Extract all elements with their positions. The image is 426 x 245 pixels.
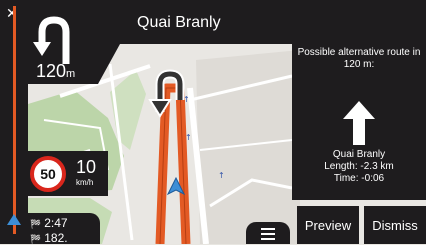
route-progress-line (13, 6, 16, 234)
preview-button[interactable]: Preview (297, 206, 359, 244)
trip-info-widget[interactable]: 🏁 2:47 🏁 182. (24, 213, 100, 245)
alternative-route-heading: Possible alternative route in 120 m: (297, 47, 421, 70)
menu-button[interactable] (246, 222, 290, 244)
alternative-time: Time: -0:06 (333, 173, 385, 184)
svg-text:↑: ↑ (185, 133, 192, 142)
dismiss-button[interactable]: Dismiss (364, 206, 426, 244)
alternative-length: Length: -2.3 km (324, 161, 394, 172)
progress-position-icon (7, 214, 21, 225)
alternative-route-info: Quai Branly Length: -2.3 km Time: -0:06 (296, 149, 422, 185)
turn-distance-unit: m (66, 68, 76, 80)
speed-limit-sign: 50 (30, 156, 66, 192)
turn-distance: 120m (36, 61, 75, 82)
finish-flag-icon: 🏁 (30, 219, 42, 229)
turn-distance-value: 120 (36, 61, 67, 81)
remaining-distance: 182. (44, 231, 68, 245)
eta-time: 2:47 (44, 216, 68, 230)
route-progress-strip: ✕ (0, 0, 28, 244)
alternative-route-panel: Possible alternative route in 120 m: Qua… (292, 43, 426, 200)
svg-text:↑: ↑ (218, 171, 225, 180)
speed-unit: km/h (76, 178, 94, 187)
current-street-name: Quai Branly (137, 14, 221, 31)
current-speed: 10 (76, 157, 97, 177)
speed-widget[interactable]: 50 10 km/h (24, 151, 108, 196)
finish-flag-icon: 🏁 (30, 234, 42, 244)
alternative-street: Quai Branly (332, 149, 386, 160)
hamburger-menu-icon (261, 228, 275, 240)
straight-arrow-icon (343, 101, 375, 145)
